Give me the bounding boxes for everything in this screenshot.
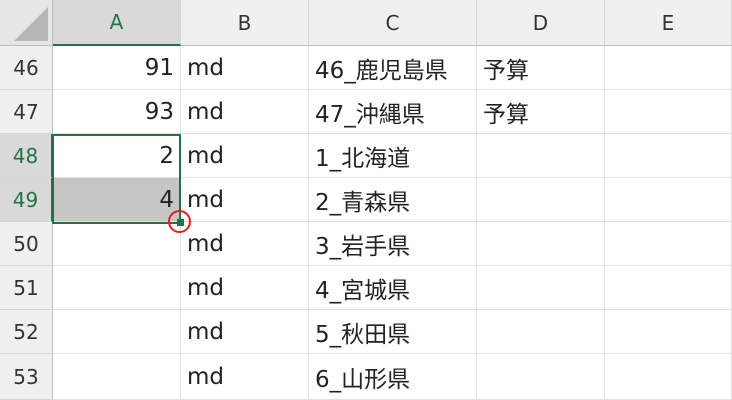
cell-b49[interactable]: md — [181, 178, 309, 222]
cell-b51[interactable]: md — [181, 266, 309, 310]
column-header-a[interactable]: A — [53, 0, 181, 46]
cell-d50[interactable] — [477, 222, 605, 266]
cell-c53[interactable]: 6_山形県 — [309, 354, 477, 400]
cell-e46[interactable] — [605, 46, 732, 90]
cell-d46[interactable]: 予算 — [477, 46, 605, 90]
cell-e50[interactable] — [605, 222, 732, 266]
cell-c49[interactable]: 2_青森県 — [309, 178, 477, 222]
cell-e48[interactable] — [605, 134, 732, 178]
cell-d51[interactable] — [477, 266, 605, 310]
cell-a52[interactable] — [53, 310, 181, 354]
cell-b52[interactable]: md — [181, 310, 309, 354]
cell-a48[interactable]: 2 — [53, 134, 181, 178]
cell-a51[interactable] — [53, 266, 181, 310]
cell-e51[interactable] — [605, 266, 732, 310]
select-all-triangle-icon — [14, 7, 48, 41]
row-header-53[interactable]: 53 — [0, 354, 53, 400]
cell-d47[interactable]: 予算 — [477, 90, 605, 134]
cell-e53[interactable] — [605, 354, 732, 400]
cell-e49[interactable] — [605, 178, 732, 222]
column-header-e[interactable]: E — [605, 0, 732, 46]
fill-handle-highlight-circle — [168, 210, 191, 233]
row-header-49[interactable]: 49 — [0, 178, 53, 222]
cell-c48[interactable]: 1_北海道 — [309, 134, 477, 178]
column-header-d[interactable]: D — [477, 0, 605, 46]
cell-c51[interactable]: 4_宮城県 — [309, 266, 477, 310]
row-header-46[interactable]: 46 — [0, 46, 53, 90]
cell-b48[interactable]: md — [181, 134, 309, 178]
cell-b50[interactable]: md — [181, 222, 309, 266]
column-header-b[interactable]: B — [181, 0, 309, 46]
row-header-50[interactable]: 50 — [0, 222, 53, 266]
row-header-48[interactable]: 48 — [0, 134, 53, 178]
cell-e47[interactable] — [605, 90, 732, 134]
select-all-corner[interactable] — [0, 0, 53, 46]
cell-a46[interactable]: 91 — [53, 46, 181, 90]
cell-b47[interactable]: md — [181, 90, 309, 134]
cell-d48[interactable] — [477, 134, 605, 178]
cell-a49[interactable]: 4 — [53, 178, 181, 222]
cell-a53[interactable] — [53, 354, 181, 400]
cell-c52[interactable]: 5_秋田県 — [309, 310, 477, 354]
cell-d53[interactable] — [477, 354, 605, 400]
spreadsheet-grid: A B C D E 46 91 md 46_鹿児島県 予算 47 93 md 4… — [0, 0, 732, 400]
cell-c47[interactable]: 47_沖縄県 — [309, 90, 477, 134]
row-header-52[interactable]: 52 — [0, 310, 53, 354]
cell-c50[interactable]: 3_岩手県 — [309, 222, 477, 266]
cell-d52[interactable] — [477, 310, 605, 354]
cell-a47[interactable]: 93 — [53, 90, 181, 134]
column-header-c[interactable]: C — [309, 0, 477, 46]
cell-e52[interactable] — [605, 310, 732, 354]
cell-b46[interactable]: md — [181, 46, 309, 90]
cell-a50[interactable] — [53, 222, 181, 266]
cell-d49[interactable] — [477, 178, 605, 222]
row-header-51[interactable]: 51 — [0, 266, 53, 310]
cell-b53[interactable]: md — [181, 354, 309, 400]
row-header-47[interactable]: 47 — [0, 90, 53, 134]
cell-c46[interactable]: 46_鹿児島県 — [309, 46, 477, 90]
